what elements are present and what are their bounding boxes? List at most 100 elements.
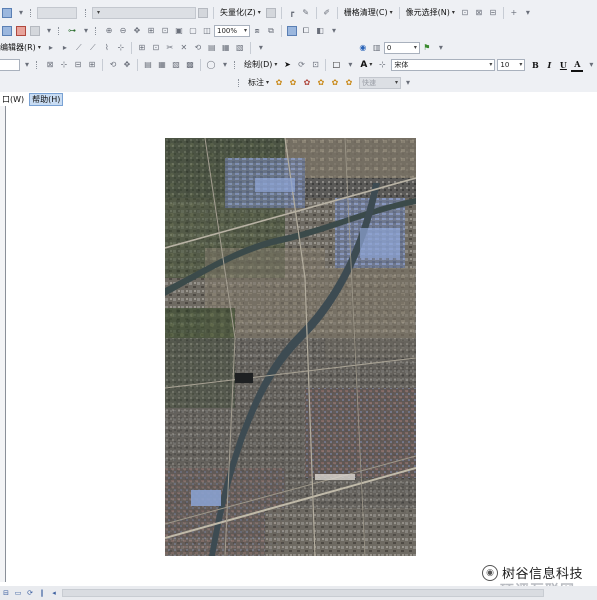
select-elements-icon[interactable]: ➤ bbox=[281, 58, 293, 72]
brush-icon[interactable]: ⊟ bbox=[487, 6, 499, 20]
trace-icon[interactable]: ✐ bbox=[321, 6, 333, 20]
text-tool-button[interactable]: A ▾ bbox=[357, 58, 375, 72]
draw-menu[interactable]: 绘制(D) ▾ bbox=[241, 58, 280, 72]
label-priority-icon[interactable]: ✿ bbox=[329, 76, 341, 90]
zoom-dropdown[interactable]: 100% ▾ bbox=[214, 24, 250, 37]
layout-view-icon[interactable]: ▭ bbox=[13, 588, 23, 598]
toolbar-grip[interactable] bbox=[85, 8, 90, 17]
focus-frame-icon[interactable]: ⧉ bbox=[265, 24, 277, 38]
report-icon[interactable]: ▦ bbox=[156, 58, 168, 72]
editor-menu[interactable]: 编辑器(R) ▾ bbox=[0, 41, 44, 55]
toolbar-grip[interactable] bbox=[234, 60, 239, 69]
pause-icon[interactable]: ‖ bbox=[37, 588, 47, 598]
menu-window[interactable]: 口(W) bbox=[0, 93, 26, 106]
identify-icon[interactable]: ◉ bbox=[357, 41, 369, 55]
graph-icon[interactable]: ▧ bbox=[170, 58, 182, 72]
create-features-icon[interactable]: ▧ bbox=[234, 41, 246, 55]
underline-button[interactable]: U bbox=[557, 58, 569, 72]
cell-select-menu[interactable]: 像元选择(N) ▾ bbox=[403, 6, 458, 20]
chevron-down-icon[interactable]: ▾ bbox=[585, 58, 597, 72]
left-input-box[interactable] bbox=[0, 58, 20, 71]
target-layer-dropdown[interactable] bbox=[37, 6, 77, 19]
reshape-icon[interactable]: ⊡ bbox=[150, 41, 162, 55]
rectangle-icon[interactable]: □ bbox=[330, 58, 342, 72]
straight-segment-icon[interactable]: ⟋ bbox=[73, 41, 85, 55]
font-size-dropdown[interactable]: 10 ▾ bbox=[497, 58, 526, 71]
offset-dropdown[interactable]: 0 ▾ bbox=[383, 41, 420, 54]
view-unplaced-icon[interactable]: ✿ bbox=[315, 76, 327, 90]
table-icon[interactable]: ▤ bbox=[142, 58, 154, 72]
vertex-icon[interactable]: ┏ bbox=[286, 6, 298, 20]
pause-labeling-icon[interactable]: ✿ bbox=[301, 76, 313, 90]
page-icon[interactable]: ◫ bbox=[201, 24, 213, 38]
toolbar-grip[interactable] bbox=[58, 26, 63, 35]
scroll-left-icon[interactable]: ◂ bbox=[49, 588, 59, 598]
chevron-down-icon[interactable]: ▾ bbox=[43, 24, 55, 38]
show-preview-icon[interactable] bbox=[265, 7, 276, 18]
toolbar-grip[interactable] bbox=[238, 78, 243, 87]
label-manager-icon[interactable]: ✿ bbox=[273, 76, 285, 90]
font-name-dropdown[interactable]: 宋体 ▾ bbox=[391, 58, 496, 71]
chevron-down-icon[interactable]: ▾ bbox=[15, 6, 27, 20]
pan-icon[interactable]: ✥ bbox=[131, 24, 143, 38]
data-driven-pages-icon[interactable]: ◧ bbox=[314, 24, 326, 38]
endpoint-arc-icon[interactable]: ⟋ bbox=[87, 41, 99, 55]
fixed-zoom-in-icon[interactable]: ▣ bbox=[173, 24, 185, 38]
map-icon[interactable] bbox=[2, 25, 12, 36]
edit-vertices-icon[interactable]: ⊹ bbox=[376, 58, 388, 72]
vectorization-settings-icon[interactable] bbox=[198, 7, 208, 18]
point-icon[interactable]: ⊹ bbox=[115, 41, 127, 55]
toolbar-grip[interactable] bbox=[36, 60, 41, 69]
window-icon[interactable] bbox=[30, 25, 40, 36]
horizontal-scrollbar[interactable] bbox=[62, 589, 544, 597]
layer-tool-icon[interactable]: ▥ bbox=[371, 41, 383, 55]
toggle-draft-icon[interactable]: ⧈ bbox=[251, 24, 263, 38]
attributes-icon[interactable]: ▤ bbox=[206, 41, 218, 55]
erase-icon[interactable]: ⊡ bbox=[459, 6, 471, 20]
toolbar-grip[interactable] bbox=[95, 26, 100, 35]
data-view-icon[interactable]: ⊟ bbox=[1, 588, 11, 598]
window-icon[interactable] bbox=[2, 7, 12, 18]
raster-cleanup-menu[interactable]: 栅格清理(C) ▾ bbox=[341, 6, 396, 20]
full-extent-icon[interactable]: ⊞ bbox=[145, 24, 157, 38]
chevron-down-icon[interactable]: ▾ bbox=[435, 41, 447, 55]
add-control-points-icon[interactable]: ⊹ bbox=[58, 58, 70, 72]
rotate-icon[interactable]: ⟲ bbox=[192, 41, 204, 55]
zoom-out-icon[interactable]: ⊖ bbox=[117, 24, 129, 38]
chevron-down-icon[interactable]: ▾ bbox=[21, 58, 33, 72]
shift-tool-icon[interactable]: ✥ bbox=[121, 58, 133, 72]
refresh-icon[interactable]: ⟳ bbox=[25, 588, 35, 598]
flag-icon[interactable]: ⚑ bbox=[421, 41, 433, 55]
chevron-down-icon[interactable]: ▾ bbox=[80, 24, 92, 38]
grid-icon[interactable]: ▩ bbox=[184, 58, 196, 72]
trace-icon[interactable]: ⌇ bbox=[101, 41, 113, 55]
zoom-page-icon[interactable]: ⊡ bbox=[159, 24, 171, 38]
chevron-down-icon[interactable]: ▾ bbox=[328, 24, 340, 38]
bold-button[interactable]: B bbox=[529, 58, 541, 72]
label-weight-icon[interactable]: ✿ bbox=[343, 76, 355, 90]
catalog-icon[interactable] bbox=[16, 25, 26, 36]
edit-vertices-icon[interactable]: ⊞ bbox=[136, 41, 148, 55]
zoom-to-element-icon[interactable]: ⊡ bbox=[309, 58, 321, 72]
fill-icon[interactable]: ⊠ bbox=[473, 6, 485, 20]
annotation-menu[interactable]: 标注 ▾ bbox=[245, 76, 272, 90]
vectorize-menu[interactable]: 矢量化(Z) ▾ bbox=[217, 6, 264, 20]
rotate-tool-icon[interactable]: ⟲ bbox=[107, 58, 119, 72]
chevron-down-icon[interactable]: ▾ bbox=[522, 6, 534, 20]
font-color-button[interactable]: A bbox=[571, 58, 584, 72]
change-layout-icon[interactable]: ⧠ bbox=[300, 24, 312, 38]
edit-annotation-icon[interactable]: ▸ bbox=[59, 41, 71, 55]
circle-icon[interactable]: ◯ bbox=[205, 58, 217, 72]
italic-button[interactable]: I bbox=[543, 58, 555, 72]
rotate-element-icon[interactable]: ⟳ bbox=[295, 58, 307, 72]
zoom-in-icon[interactable]: ⊕ bbox=[103, 24, 115, 38]
chevron-down-icon[interactable]: ▾ bbox=[219, 58, 231, 72]
pencil-icon[interactable]: ✎ bbox=[300, 6, 312, 20]
menu-help[interactable]: 帮助(H) bbox=[29, 92, 64, 106]
layout-icon[interactable] bbox=[287, 25, 297, 36]
toolbar-grip[interactable] bbox=[30, 8, 35, 17]
fixed-zoom-out-icon[interactable]: ▢ bbox=[187, 24, 199, 38]
georef-icon[interactable]: ⊠ bbox=[44, 58, 56, 72]
lock-labels-icon[interactable]: ✿ bbox=[287, 76, 299, 90]
edit-tool-icon[interactable]: ▸ bbox=[45, 41, 57, 55]
